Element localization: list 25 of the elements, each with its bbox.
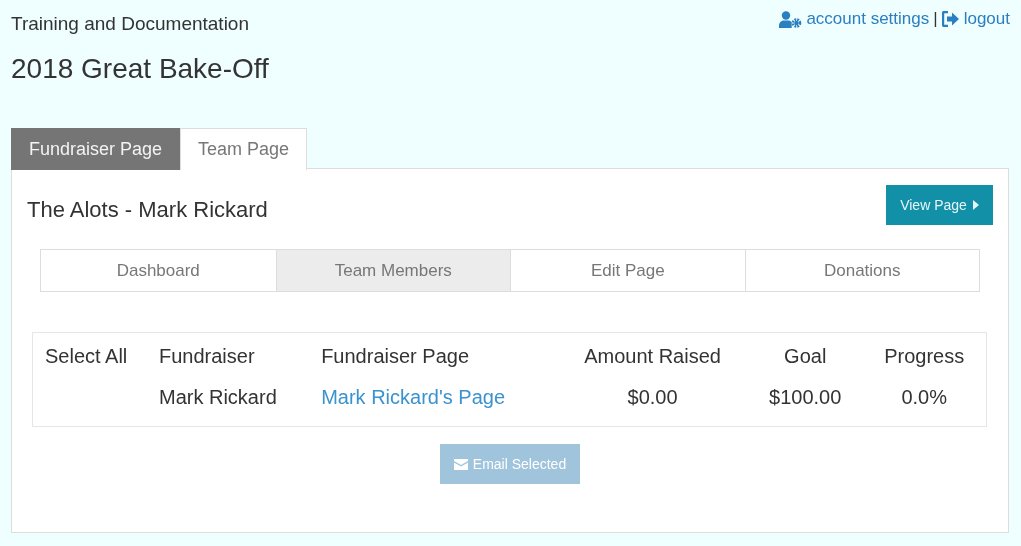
column-header[interactable]: Select All (32, 332, 147, 373)
sign-out-icon (941, 11, 960, 27)
column-header: Fundraiser (146, 332, 310, 373)
column-header: Goal (747, 332, 863, 373)
team-title: The Alots - Mark Rickard (27, 197, 268, 223)
fundraiser-page-link[interactable]: Mark Rickard's Page (321, 386, 506, 408)
table-cell: Mark Rickard (146, 373, 310, 427)
column-header: Fundraiser Page (309, 332, 558, 373)
account-settings-link[interactable]: account settings (779, 9, 930, 29)
table-cell: $0.00 (557, 373, 748, 427)
column-header: Amount Raised (557, 332, 748, 373)
section-tab[interactable]: Team Members (275, 250, 510, 291)
page-tab[interactable]: Fundraiser Page (11, 128, 181, 170)
table-cell: 0.0% (862, 373, 987, 427)
view-page-button[interactable]: View Page (886, 185, 993, 225)
caret-icon (972, 200, 979, 210)
organization-name: Training and Documentation (11, 13, 250, 35)
link-separator: | (933, 9, 938, 29)
page-tab[interactable]: Team Page (180, 128, 308, 170)
logout-link[interactable]: logout (941, 9, 1010, 29)
envelope-icon (453, 458, 468, 470)
user-gear-icon (779, 10, 803, 28)
column-header: Progress (862, 332, 987, 373)
event-title: 2018 Great Bake-Off (11, 53, 269, 85)
table-cell: $100.00 (747, 373, 863, 427)
